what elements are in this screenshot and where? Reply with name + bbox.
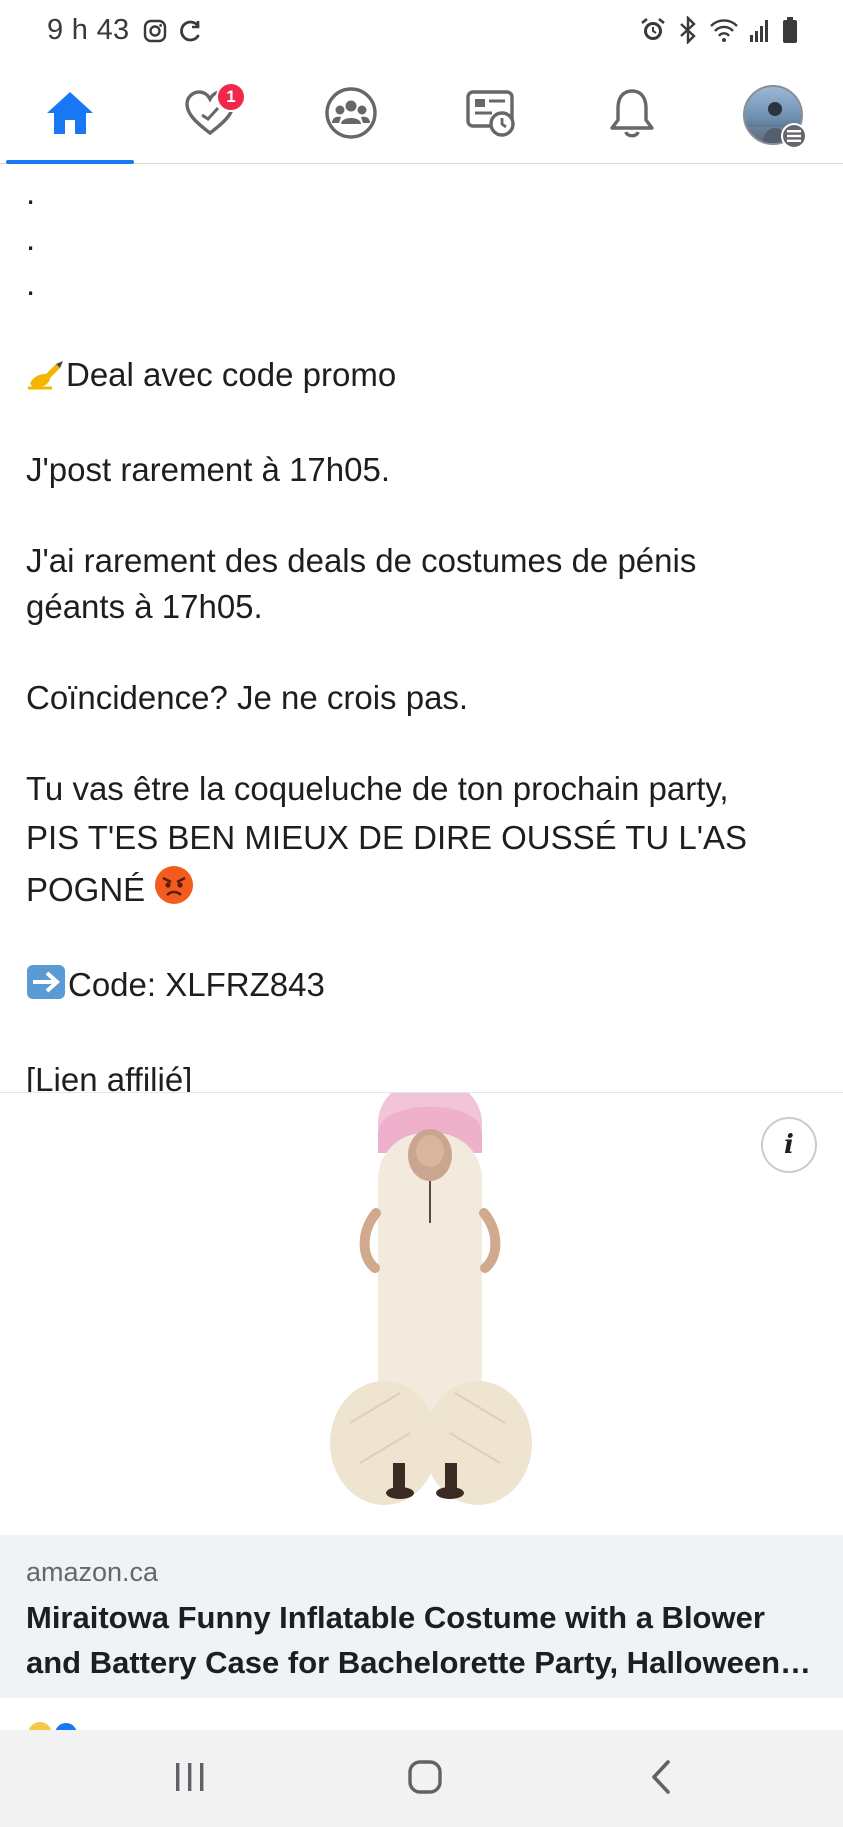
memories-icon	[464, 86, 518, 145]
deals-line-2: géants à 17h05.	[26, 587, 263, 625]
tab-memories[interactable]	[421, 66, 561, 164]
post-text: . . . Deal avec code promo J'post rareme…	[26, 170, 816, 1102]
tab-notifications[interactable]	[562, 66, 702, 164]
tab-dating[interactable]: 1	[140, 66, 280, 164]
link-title: Miraitowa Funny Inflatable Costume with …	[26, 1600, 781, 1680]
notification-badge: 1	[216, 82, 246, 112]
status-time: 9 h 43	[47, 14, 130, 46]
top-nav: 1	[0, 66, 843, 164]
instagram-icon	[143, 19, 167, 48]
link-card-meta[interactable]: amazon.ca Miraitowa Funny Inflatable Cos…	[0, 1535, 843, 1698]
deal-line: Deal avec code promo	[26, 352, 816, 402]
home-button-icon	[407, 1759, 443, 1800]
android-home-button[interactable]	[395, 1752, 455, 1806]
link-domain: amazon.ca	[26, 1557, 159, 1587]
dot-line: .	[26, 174, 36, 211]
bluetooth-icon	[677, 15, 699, 49]
post-time-line: J'post rarement à 17h05.	[26, 451, 391, 488]
link-card-image[interactable]: i	[0, 1092, 843, 1535]
sync-icon	[178, 19, 202, 48]
info-button[interactable]: i	[761, 1117, 817, 1173]
signal-icon	[749, 17, 771, 48]
bell-icon	[607, 86, 657, 145]
back-icon	[648, 1759, 676, 1800]
home-icon	[44, 89, 96, 142]
wifi-icon	[709, 17, 739, 48]
writing-hand-icon	[26, 356, 64, 402]
tab-home[interactable]	[0, 66, 140, 164]
right-arrow-icon	[26, 964, 66, 1012]
code-line: Code: XLFRZ843	[26, 962, 816, 1012]
party-line-2: PIS T'ES BEN MIEUX DE DIRE OUSSÉ TU L'AS	[26, 819, 748, 856]
dot-line: .	[26, 219, 36, 257]
party-line-1: Tu vas être la coqueluche de ton prochai…	[26, 769, 729, 807]
coincidence-line: Coïncidence? Je ne crois pas.	[26, 678, 469, 716]
alarm-icon	[639, 16, 667, 49]
angry-face-icon	[154, 865, 194, 917]
menu-icon	[781, 123, 807, 149]
deals-line-1: J'ai rarement des deals de costumes de p…	[26, 542, 697, 579]
avatar	[743, 85, 807, 149]
tab-menu[interactable]	[703, 66, 843, 164]
battery-icon	[781, 16, 799, 49]
recents-button[interactable]	[160, 1752, 220, 1806]
back-button[interactable]	[632, 1752, 692, 1806]
status-bar: 9 h 43	[0, 0, 843, 66]
recents-icon	[172, 1761, 208, 1798]
android-nav-bar	[0, 1730, 843, 1827]
tab-groups[interactable]	[281, 66, 421, 164]
dot-line: .	[26, 265, 36, 302]
party-line-3: POGNÉ	[26, 865, 816, 917]
inflatable-costume-image	[330, 1093, 532, 1505]
groups-icon	[324, 86, 378, 145]
